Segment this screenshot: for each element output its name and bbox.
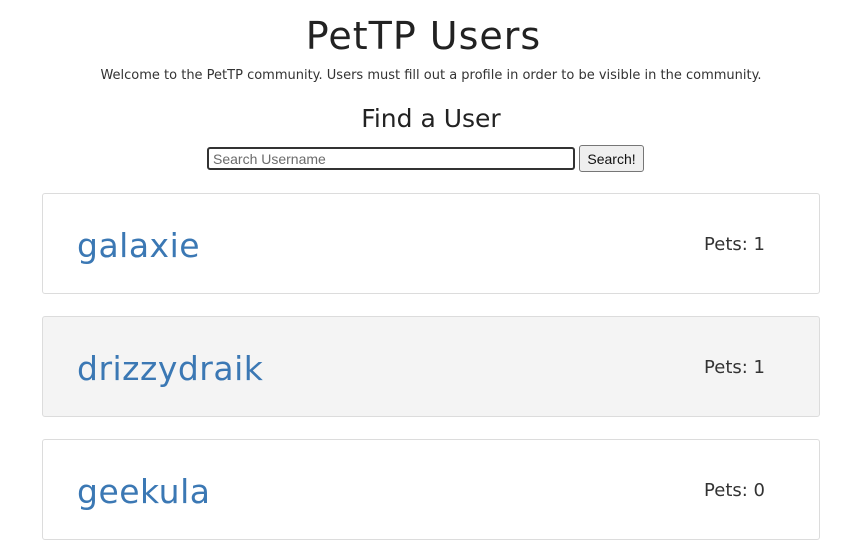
welcome-text: Welcome to the PetTP community. Users mu… [100,68,762,83]
username-link[interactable]: drizzydraik [77,349,263,388]
user-card-drizzydraik[interactable]: drizzydraik Pets: 1 [42,316,820,417]
username-link[interactable]: galaxie [77,226,200,265]
search-button[interactable]: Search! [579,145,644,172]
search-input[interactable] [207,147,575,170]
page-title: PetTP Users [305,14,542,58]
user-card-galaxie[interactable]: galaxie Pets: 1 [42,193,820,294]
user-card-geekula[interactable]: geekula Pets: 0 [42,439,820,540]
pet-count: Pets: 1 [704,357,765,378]
pet-count: Pets: 0 [704,480,765,501]
username-link[interactable]: geekula [77,472,210,511]
pet-count: Pets: 1 [704,234,765,255]
search-row: Search! [207,145,644,172]
find-user-heading: Find a User [361,104,501,133]
